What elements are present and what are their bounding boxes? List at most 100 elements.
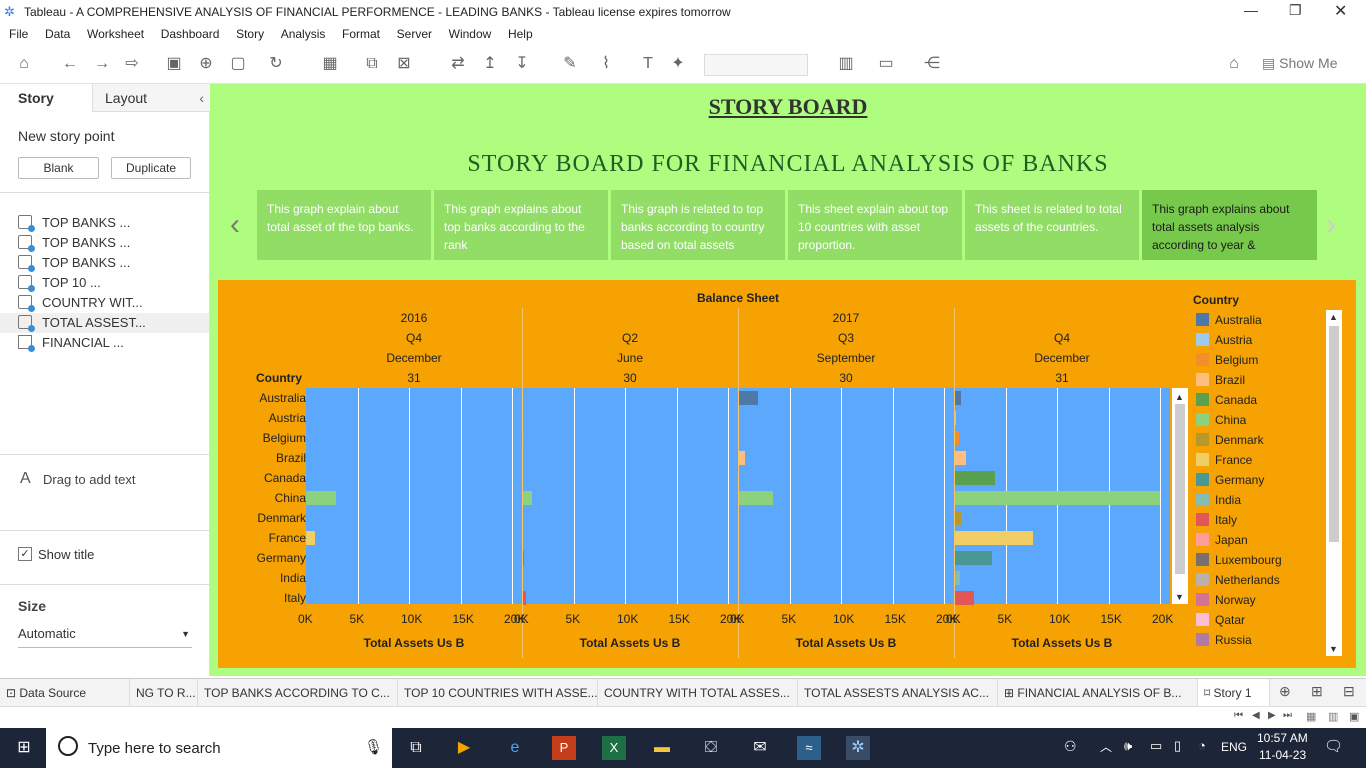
scroll-thumb[interactable] (1175, 404, 1185, 574)
new-worksheet-icon[interactable]: ▦ (320, 54, 340, 74)
chevron-up-icon[interactable]: ▲ (1175, 392, 1184, 402)
menu-format[interactable]: Format (342, 24, 380, 44)
story-sheet-item[interactable]: TOP BANKS ... (18, 213, 130, 233)
legend-item[interactable]: Denmark (1196, 430, 1264, 450)
story-point-caption[interactable]: This graph explain about total asset of … (257, 190, 431, 260)
menu-help[interactable]: Help (508, 24, 533, 44)
tab-sheet[interactable]: TOP BANKS ACCORDING TO C... (198, 679, 398, 707)
minimize-button[interactable]: — (1244, 2, 1258, 18)
store-icon[interactable]: ⛋ (699, 736, 723, 760)
blank-button[interactable]: Blank (18, 157, 99, 179)
undo-icon[interactable]: ← (60, 54, 80, 74)
chevron-down-icon[interactable]: ▼ (1329, 644, 1338, 654)
story-sheet-item[interactable]: TOP 10 ... (18, 273, 101, 293)
legend-item[interactable]: Russia (1196, 630, 1252, 650)
media-app-icon[interactable]: ▶ (452, 736, 476, 760)
powerpoint-icon[interactable]: P (552, 736, 576, 760)
menu-server[interactable]: Server (397, 24, 432, 44)
legend-item[interactable]: Qatar (1196, 610, 1245, 630)
save-icon[interactable]: ▣ (164, 54, 184, 74)
home-icon[interactable]: ⌂ (14, 54, 34, 74)
bar-china[interactable] (306, 491, 336, 505)
new-dashboard-tab-icon[interactable]: ⊞ (1311, 683, 1323, 700)
notifications-icon[interactable]: 🗨 (1324, 737, 1343, 755)
format-painter-icon[interactable]: ⌂ (1224, 54, 1244, 74)
app-icon[interactable]: ≈ (797, 736, 821, 760)
task-view-icon[interactable]: ⧉ (404, 736, 428, 760)
sort-desc-icon[interactable]: ↧ (512, 54, 532, 74)
menu-story[interactable]: Story (236, 24, 264, 44)
legend-item[interactable]: Austria (1196, 330, 1252, 350)
legend-item[interactable]: China (1196, 410, 1246, 430)
pause-icon[interactable]: ▢ (228, 54, 248, 74)
legend-scrollbar[interactable]: ▲ ▼ (1326, 310, 1342, 656)
first-sheet-icon[interactable]: ⏮ (1234, 710, 1243, 721)
story-sheet-item[interactable]: TOP BANKS ... (18, 253, 130, 273)
windows-start-icon[interactable]: ⊞ (12, 736, 36, 760)
battery-icon[interactable]: ▯ (1174, 738, 1181, 754)
clock-date[interactable]: 11-04-23 (1259, 748, 1306, 762)
edge-icon[interactable]: e (503, 736, 527, 760)
presentation-icon[interactable]: ▭ (876, 54, 896, 74)
tab-sheet[interactable]: TOP 10 COUNTRIES WITH ASSE... (398, 679, 598, 707)
size-dropdown[interactable]: Automatic ▼ (18, 626, 192, 648)
tab-story[interactable]: Story (0, 84, 92, 112)
redo-icon[interactable]: → (92, 54, 112, 74)
show-cards-icon[interactable]: ▥ (836, 54, 856, 74)
refresh-icon[interactable]: ↻ (266, 54, 286, 74)
close-button[interactable]: ✕ (1334, 1, 1347, 21)
story-point-caption[interactable]: This sheet explain about top 10 countrie… (788, 190, 962, 260)
story-point-caption[interactable]: This sheet is related to total assets of… (965, 190, 1139, 260)
chevron-up-icon[interactable]: ︿ (1100, 738, 1112, 755)
wifi-icon[interactable]: ◔ (1198, 738, 1206, 753)
bar-australia[interactable] (954, 391, 961, 405)
show-me-button[interactable]: ▤ Show Me (1262, 55, 1337, 72)
tableau-taskbar-icon[interactable]: ✲ (846, 736, 870, 760)
language-indicator[interactable]: ENG (1221, 740, 1247, 754)
new-story-tab-icon[interactable]: ⊟ (1343, 683, 1355, 700)
clear-icon[interactable]: ⊠ (394, 54, 414, 74)
clock-time[interactable]: 10:57 AM (1257, 731, 1308, 745)
bar-denmark[interactable] (954, 511, 961, 525)
scroll-thumb[interactable] (1329, 326, 1339, 542)
people-icon[interactable]: ⚇ (1064, 738, 1077, 755)
show-title-checkbox[interactable]: ✓ (18, 547, 32, 561)
excel-icon[interactable]: X (602, 736, 626, 760)
display-icon[interactable]: ▭ (1150, 738, 1162, 754)
legend-item[interactable]: Australia (1196, 310, 1262, 330)
legend-item[interactable]: Canada (1196, 390, 1257, 410)
menu-worksheet[interactable]: Worksheet (87, 24, 144, 44)
tab-sheet[interactable]: NG TO R... (130, 679, 198, 707)
fit-dropdown[interactable] (704, 54, 808, 76)
sheet-sorter-icon[interactable]: ▦ (1306, 710, 1316, 723)
bar-germany[interactable] (954, 551, 993, 565)
legend-item[interactable]: Brazil (1196, 370, 1245, 390)
story-sheet-item-selected[interactable]: TOTAL ASSEST... (0, 313, 209, 333)
microphone-icon[interactable]: 🎙 (364, 738, 383, 756)
bar-australia[interactable] (738, 391, 758, 405)
legend-item[interactable]: Italy (1196, 510, 1237, 530)
legend-item[interactable]: Belgium (1196, 350, 1258, 370)
tab-dashboard[interactable]: ⊞ FINANCIAL ANALYSIS OF B... (998, 679, 1198, 707)
bar-china[interactable] (522, 491, 533, 505)
text-icon[interactable]: T (638, 54, 658, 74)
search-box[interactable]: Type here to search 🎙 (46, 728, 392, 768)
next-story-point-icon[interactable]: › (1326, 208, 1336, 242)
swap-icon[interactable]: ⇄ (448, 54, 468, 74)
bar-france[interactable] (306, 531, 316, 545)
mail-icon[interactable]: ✉ (748, 736, 772, 760)
tab-story-active[interactable]: ⌑ Story 1 (1198, 679, 1270, 707)
new-worksheet-tab-icon[interactable]: ⊕ (1279, 683, 1291, 700)
drag-text-object[interactable]: Drag to add text (43, 472, 136, 487)
tab-layout[interactable]: Layout ‹ (92, 84, 210, 112)
bar-canada[interactable] (954, 471, 996, 485)
chevron-up-icon[interactable]: ▲ (1329, 312, 1338, 322)
next-sheet-icon[interactable]: ▶ (1268, 710, 1276, 721)
tab-sheet[interactable]: COUNTRY WITH TOTAL ASSES... (598, 679, 798, 707)
menu-file[interactable]: File (9, 24, 28, 44)
menu-data[interactable]: Data (45, 24, 70, 44)
duplicate-icon[interactable]: ⧉ (362, 54, 382, 74)
volume-icon[interactable]: 🕪 (1124, 738, 1132, 754)
bar-brazil[interactable] (954, 451, 967, 465)
legend-item[interactable]: Germany (1196, 470, 1264, 490)
